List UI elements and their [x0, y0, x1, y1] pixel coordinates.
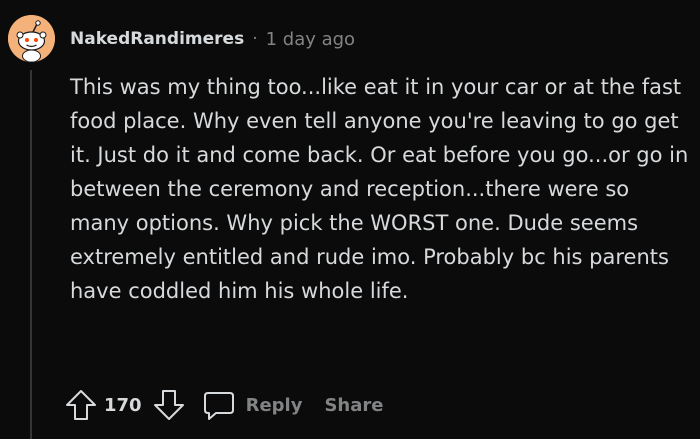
comment-actions: 170 Reply Share — [64, 387, 383, 423]
arrow-up-icon — [66, 390, 96, 420]
speech-bubble-icon — [203, 392, 234, 420]
reply-label: Reply — [245, 394, 303, 416]
upvote-button[interactable] — [64, 387, 98, 423]
meta-separator: · — [252, 29, 258, 49]
avatar[interactable] — [8, 15, 55, 62]
vote-count: 170 — [104, 394, 142, 416]
username[interactable]: NakedRandimeres — [70, 29, 244, 49]
thread-line[interactable] — [30, 70, 32, 439]
timestamp[interactable]: 1 day ago — [266, 29, 355, 50]
comment-meta: NakedRandimeres · 1 day ago — [70, 25, 355, 53]
reply-button[interactable]: Reply — [202, 388, 303, 422]
snoo-avatar-icon — [8, 15, 55, 62]
comment-body: This was my thing too...like eat it in y… — [70, 75, 689, 303]
downvote-button[interactable] — [152, 387, 186, 423]
arrow-down-icon — [153, 390, 184, 420]
share-button[interactable]: Share — [324, 395, 383, 416]
